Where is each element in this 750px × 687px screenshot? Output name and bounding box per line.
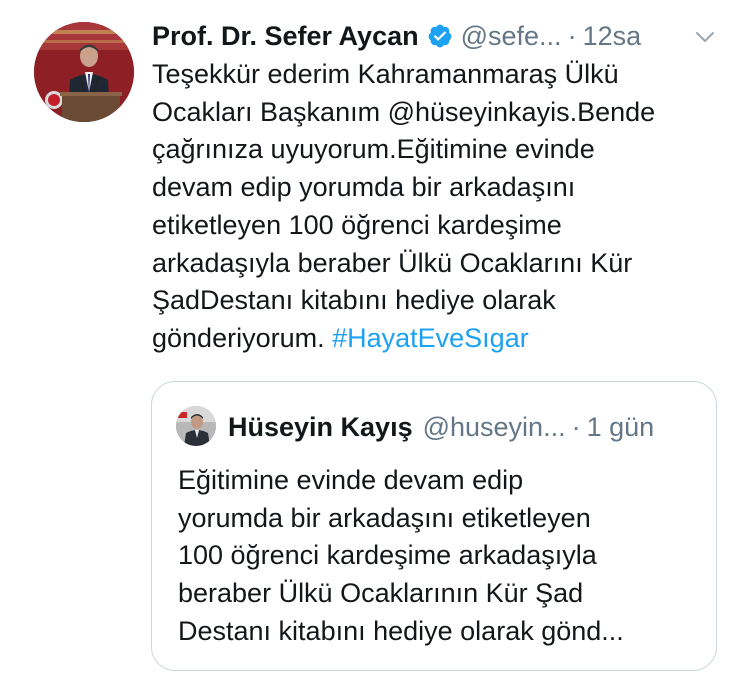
- author-handle[interactable]: @sefe...: [461, 21, 562, 52]
- author-name[interactable]: Prof. Dr. Sefer Aycan: [152, 21, 419, 52]
- tweet-text-line: Teşekkür ederim Kahramanmaraş Ülkü: [152, 59, 619, 89]
- tweet-text-line: ŞadDestanı kitabını hediye olarak: [152, 285, 556, 316]
- tweet-timestamp[interactable]: 12sa: [583, 21, 642, 52]
- tweet-text-line: devam edip yorumda bir arkadaşını: [152, 172, 576, 203]
- quoted-tweet-header: Hüseyin Kayış @huseyin... · 1 gün: [228, 408, 654, 446]
- author-avatar-image: [34, 22, 134, 122]
- verified-badge-icon: [427, 23, 453, 49]
- tweet-text-line: Ocakları Başkanım @hüseyinkayis.Bende: [152, 96, 656, 127]
- quoted-author-name[interactable]: Hüseyin Kayış: [228, 412, 413, 443]
- tweet-text-line: etiketleyen 100 öğrenci kardeşime: [152, 209, 562, 240]
- quoted-tweet-text: Eğitimine evinde devam edip yorumda bir …: [178, 462, 698, 651]
- tweet-text-line: çağrınıza uyuyorum.Eğitimine evinde: [152, 134, 595, 165]
- quoted-author-avatar-image: [176, 406, 216, 446]
- author-avatar[interactable]: [34, 22, 134, 122]
- tweet-text-line: arkadaşıyla beraber Ülkü Ocaklarını Kür: [152, 247, 633, 278]
- tweet-text: Teşekkür ederim Kahramanmaraş Ülkü Ocakl…: [152, 56, 732, 358]
- quoted-text-line: Destanı kitabını hediye olarak gönd...: [178, 615, 624, 646]
- tweet-text-fragment: gönderiyorum.: [152, 322, 333, 353]
- tweet-header: Prof. Dr. Sefer Aycan @sefe... · 12sa: [152, 17, 641, 55]
- quoted-text-line: 100 öğrenci kardeşime arkadaşıyla: [178, 540, 597, 571]
- quoted-text-line: yorumda bir arkadaşını etiketleyen: [178, 502, 591, 533]
- separator-dot: ·: [567, 20, 577, 51]
- quoted-tweet-timestamp[interactable]: 1 gün: [587, 412, 655, 443]
- tweet[interactable]: Prof. Dr. Sefer Aycan @sefe... · 12sa Te…: [0, 0, 750, 687]
- quoted-author-avatar[interactable]: [176, 406, 216, 446]
- quoted-text-line: beraber Ülkü Ocaklarının Kür Şad: [178, 578, 584, 609]
- quoted-tweet-card[interactable]: Hüseyin Kayış @huseyin... · 1 gün Eğitim…: [151, 381, 717, 671]
- quoted-author-handle[interactable]: @huseyin...: [423, 412, 566, 443]
- chevron-down-icon[interactable]: [692, 24, 718, 50]
- tweet-text-line-last: gönderiyorum. #HayatEveSıgar: [152, 320, 732, 358]
- hashtag-link[interactable]: #HayatEveSıgar: [332, 323, 529, 353]
- separator-dot: ·: [571, 411, 581, 442]
- quoted-text-line: Eğitimine evinde devam edip: [178, 465, 524, 495]
